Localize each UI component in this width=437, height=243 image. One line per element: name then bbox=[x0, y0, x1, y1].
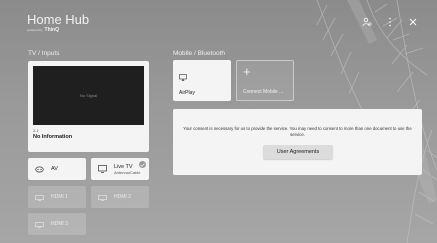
app-title: Home Hub bbox=[27, 12, 90, 27]
channel-number: 2-1 bbox=[33, 128, 39, 133]
powered-by-thinq: powered by ThinQ bbox=[27, 27, 89, 33]
input-tile-hdmi-1[interactable]: HDMI 1 bbox=[28, 186, 86, 208]
plus-icon: + bbox=[243, 64, 251, 79]
airplay-tile[interactable]: AirPlay bbox=[173, 60, 231, 101]
airplay-label: AirPlay bbox=[179, 90, 195, 96]
no-signal-text: No Signal bbox=[79, 93, 98, 98]
input-tile-hdmi-3[interactable]: HDMI 3 bbox=[28, 213, 86, 235]
tv-icon bbox=[98, 160, 107, 178]
input-label-hdmi-3: HDMI 3 bbox=[51, 221, 68, 227]
thinq-brand: ThinQ bbox=[44, 27, 59, 33]
mobile-bluetooth-title: Mobile / Bluetooth bbox=[173, 50, 226, 57]
connect-mobile-label: Connect Mobile ... bbox=[243, 89, 284, 95]
more-vertical-icon[interactable] bbox=[384, 16, 396, 28]
powered-by-text: powered by bbox=[27, 28, 43, 32]
user-settings-icon[interactable] bbox=[361, 16, 373, 28]
input-sublabel-live-tv: Antenna/Cable bbox=[114, 169, 141, 175]
consent-card: Your consent is necessary for us to prov… bbox=[173, 109, 422, 175]
input-tile-live-tv[interactable]: Live TV Antenna/Cable bbox=[91, 158, 149, 180]
input-tile-hdmi-2[interactable]: HDMI 2 bbox=[91, 186, 149, 208]
tv-inputs-title: TV / Inputs bbox=[28, 50, 60, 57]
tv-screen: No Signal bbox=[33, 66, 144, 125]
input-label-hdmi-1: HDMI 1 bbox=[51, 194, 68, 200]
input-label-av: AV bbox=[51, 166, 58, 172]
top-toolbar bbox=[361, 16, 419, 28]
app-header: Home Hub powered by ThinQ bbox=[27, 12, 90, 34]
hdmi-icon bbox=[98, 188, 107, 206]
hdmi-icon bbox=[35, 188, 44, 206]
hdmi-icon bbox=[35, 215, 44, 233]
checkmark-icon bbox=[139, 161, 146, 168]
airplay-icon bbox=[179, 68, 187, 86]
close-icon[interactable] bbox=[407, 16, 419, 28]
tv-preview-card[interactable]: No Signal 2-1 No Information bbox=[28, 61, 149, 152]
connect-mobile-tile[interactable]: + Connect Mobile ... bbox=[236, 60, 294, 101]
program-info: No Information bbox=[33, 134, 73, 140]
user-agreements-button[interactable]: User Agreements bbox=[263, 145, 333, 159]
consent-message: Your consent is necessary for us to prov… bbox=[183, 126, 412, 137]
input-label-hdmi-2: HDMI 2 bbox=[114, 194, 131, 200]
input-tile-av[interactable]: AV bbox=[28, 158, 86, 180]
av-icon bbox=[35, 160, 44, 178]
